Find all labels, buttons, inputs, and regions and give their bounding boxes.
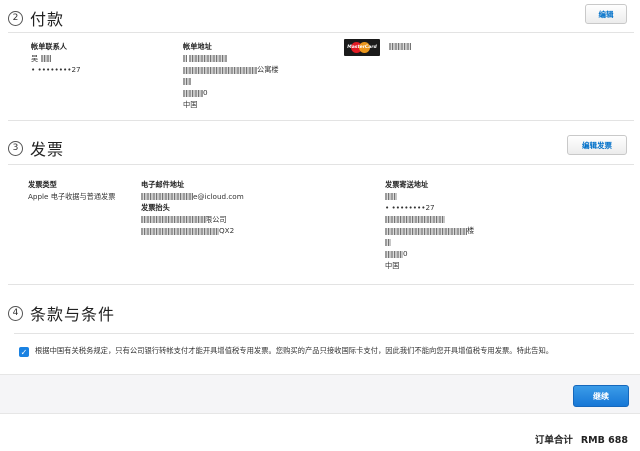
address-line-2: 公寓楼 [183, 64, 279, 76]
terms-title: 条款与条件 [30, 305, 116, 324]
invoice-title: 发票 [30, 140, 65, 159]
terms-text: 根据中国有关税务规定，只有公司银行转帐支付才能开具增值税专用发票。您购买的产品只… [35, 346, 554, 355]
edit-payment-button[interactable]: 编辑 [585, 4, 627, 24]
divider [8, 284, 634, 285]
address-line-3 [183, 76, 279, 88]
edit-invoice-button[interactable]: 编辑发票 [567, 135, 627, 155]
mail-line-1 [385, 214, 474, 226]
card-number [389, 42, 411, 51]
divider [14, 333, 634, 334]
address-zip: 0 [183, 87, 279, 99]
billing-contact-name: 吴 [31, 53, 81, 65]
billing-contact-phone: • ••••••••27 [31, 65, 81, 74]
mail-line-3 [385, 237, 474, 249]
invoice-company: 限公司 [141, 214, 244, 226]
divider [8, 120, 634, 121]
divider [8, 164, 634, 165]
order-total-label: 订单合计 [534, 435, 573, 446]
continue-button[interactable]: 继续 [573, 385, 629, 407]
billing-address-label: 帐单地址 [183, 42, 212, 51]
billing-contact-label: 帐单联系人 [31, 42, 67, 51]
invoice-type-label: 发票类型 [28, 180, 57, 189]
step-number-3: 3 [8, 140, 23, 156]
mail-address-label: 发票寄送地址 [385, 180, 429, 189]
invoice-section-header: 3 发票 [8, 136, 64, 160]
mail-line-2: 楼 [385, 225, 474, 237]
mastercard-icon: MasterCard [344, 39, 380, 56]
billing-address: 帐单地址 公寓楼 0 中国 [183, 41, 279, 110]
invoice-header-label: 发票抬头 [141, 203, 170, 212]
invoice-type: 发票类型 Apple 电子收据与普通发票 [28, 179, 115, 202]
mail-phone: • ••••••••27 [385, 203, 435, 212]
terms-checkbox[interactable]: ✓ [19, 347, 29, 357]
footer-bar [0, 374, 640, 414]
order-total-value: RMB 688 [580, 435, 628, 446]
invoice-mail-address: 发票寄送地址 • ••••••••27 楼 0 中国 [385, 179, 474, 271]
invoice-email: 电子邮件地址 e@icloud.com 发票抬头 限公司 QX2 [141, 179, 244, 237]
mail-zip: 0 [385, 248, 474, 260]
email-value: e@icloud.com [141, 191, 244, 203]
mail-name [385, 191, 474, 203]
invoice-tax-id: QX2 [141, 225, 244, 237]
order-total: 订单合计 RMB 688 [535, 432, 628, 446]
terms-section-header: 4 条款与条件 [8, 301, 115, 325]
email-label: 电子邮件地址 [141, 180, 185, 189]
step-number-4: 4 [8, 305, 23, 321]
billing-contact: 帐单联系人 吴 • ••••••••27 [31, 41, 81, 76]
payment-section-header: 2 付款 [8, 6, 64, 30]
divider [8, 32, 634, 33]
payment-title: 付款 [30, 10, 65, 29]
address-line-1 [183, 53, 279, 65]
invoice-type-value: Apple 电子收据与普通发票 [28, 191, 116, 201]
step-number-2: 2 [8, 10, 23, 26]
address-country: 中国 [183, 99, 198, 109]
mail-country: 中国 [385, 260, 400, 270]
